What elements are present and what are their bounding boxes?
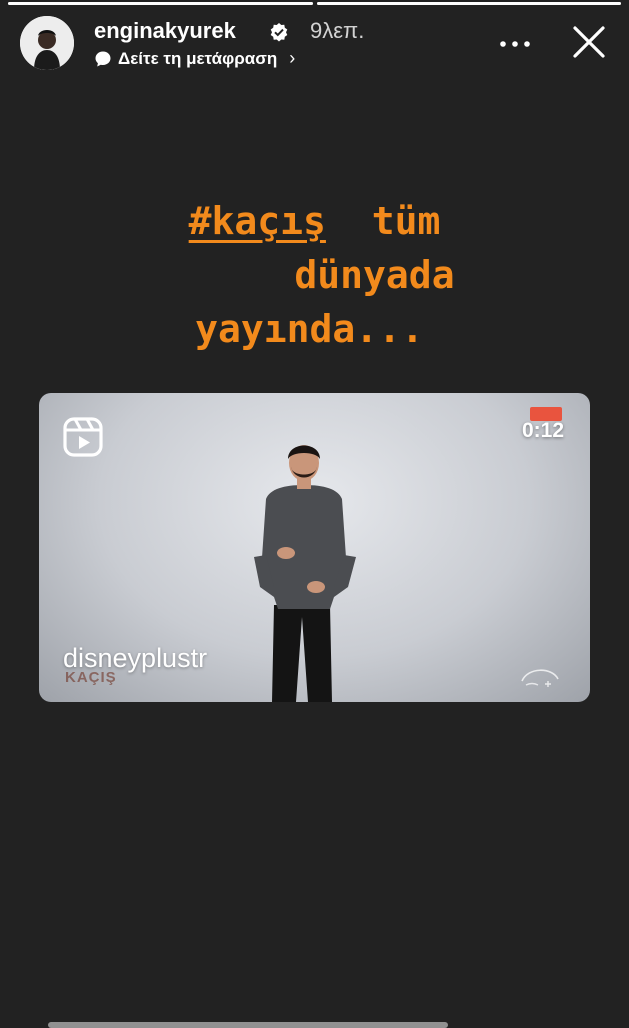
progress-segment [8,2,313,5]
story-caption: #kaçış tüm dünyada yayında... [0,194,629,356]
shared-reel-card[interactable]: 0:12 disneyplustr KAÇIŞ [39,393,590,702]
avatar[interactable] [20,16,74,70]
disney-plus-logo [521,669,559,687]
caption-word: tüm [371,199,441,243]
progress-fill [8,2,313,5]
show-logo: KAÇIŞ [65,669,117,686]
reels-icon [63,417,103,457]
caption-word: yayında... [195,307,424,351]
chevron-right-icon: › [289,48,296,68]
video-duration: 0:12 [521,419,564,442]
progress-segment [316,2,621,5]
caption-line-3: yayında... [0,302,629,356]
close-icon[interactable] [571,24,607,60]
caption-word: dünyada [294,253,455,297]
avatar-image [20,16,74,70]
username[interactable]: enginakyurek [94,18,236,44]
home-indicator [48,1022,448,1028]
speech-bubble-icon [95,51,111,66]
verified-badge-icon [270,23,288,42]
progress-fill [316,2,621,5]
caption-line-1: #kaçış tüm [0,194,629,248]
more-horizontal-icon[interactable] [495,34,535,54]
caption-line-2: dünyada [0,248,629,302]
video-thumbnail-person [254,445,356,702]
story-progress-bar [8,2,621,5]
hashtag-kacis[interactable]: #kaçış [189,199,326,243]
see-translation-label: Δείτε τη μετάφραση [118,48,278,68]
story-header: enginakyurek 9λεπ. Δείτε τη μετάφραση › [20,14,615,76]
see-translation-link[interactable]: Δείτε τη μετάφραση › [94,48,295,69]
post-time: 9λεπ. [310,18,365,43]
